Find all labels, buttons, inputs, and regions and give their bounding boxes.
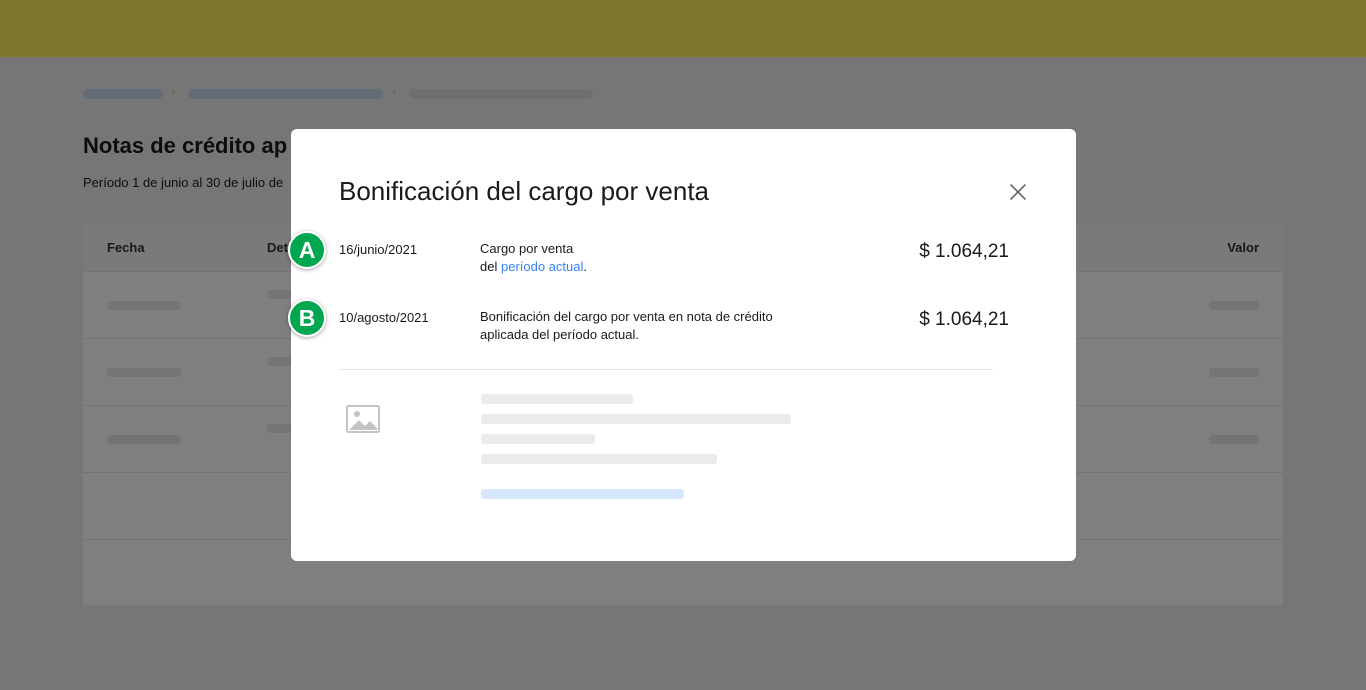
text-placeholder bbox=[481, 454, 717, 464]
row-date: 10/agosto/2021 bbox=[339, 310, 429, 325]
row-description: Bonificación del cargo por venta en nota… bbox=[480, 308, 820, 344]
desc-suffix: . bbox=[583, 259, 588, 274]
row-description: Cargo por venta del período actual. bbox=[480, 240, 820, 276]
image-placeholder bbox=[346, 405, 380, 438]
periodo-actual-link[interactable]: período actual bbox=[501, 259, 583, 274]
annotation-badge-b: B bbox=[288, 299, 326, 337]
image-icon bbox=[346, 405, 380, 433]
divider bbox=[339, 369, 993, 370]
text-placeholder bbox=[481, 414, 791, 424]
text-placeholder bbox=[481, 394, 633, 404]
modal-title: Bonificación del cargo por venta bbox=[339, 176, 710, 206]
row-amount: $ 1.064,21 bbox=[919, 241, 1009, 262]
row-description-line: Cargo por venta bbox=[480, 241, 574, 256]
row-description-line: Bonificación del cargo por venta en nota… bbox=[480, 309, 773, 324]
text-placeholder bbox=[481, 434, 595, 444]
row-description-line: aplicada del período actual. bbox=[480, 327, 640, 342]
row-date: 16/junio/2021 bbox=[339, 242, 418, 257]
row-amount: $ 1.064,21 bbox=[919, 309, 1009, 330]
link-placeholder[interactable] bbox=[481, 489, 684, 499]
bonification-modal: Bonificación del cargo por venta 16/juni… bbox=[291, 129, 1076, 561]
row-description-line: del período actual. bbox=[480, 258, 820, 276]
close-icon bbox=[1010, 184, 1026, 200]
annotation-badge-a: A bbox=[288, 231, 326, 269]
close-button[interactable] bbox=[1005, 179, 1031, 205]
desc-prefix: del bbox=[480, 259, 498, 274]
